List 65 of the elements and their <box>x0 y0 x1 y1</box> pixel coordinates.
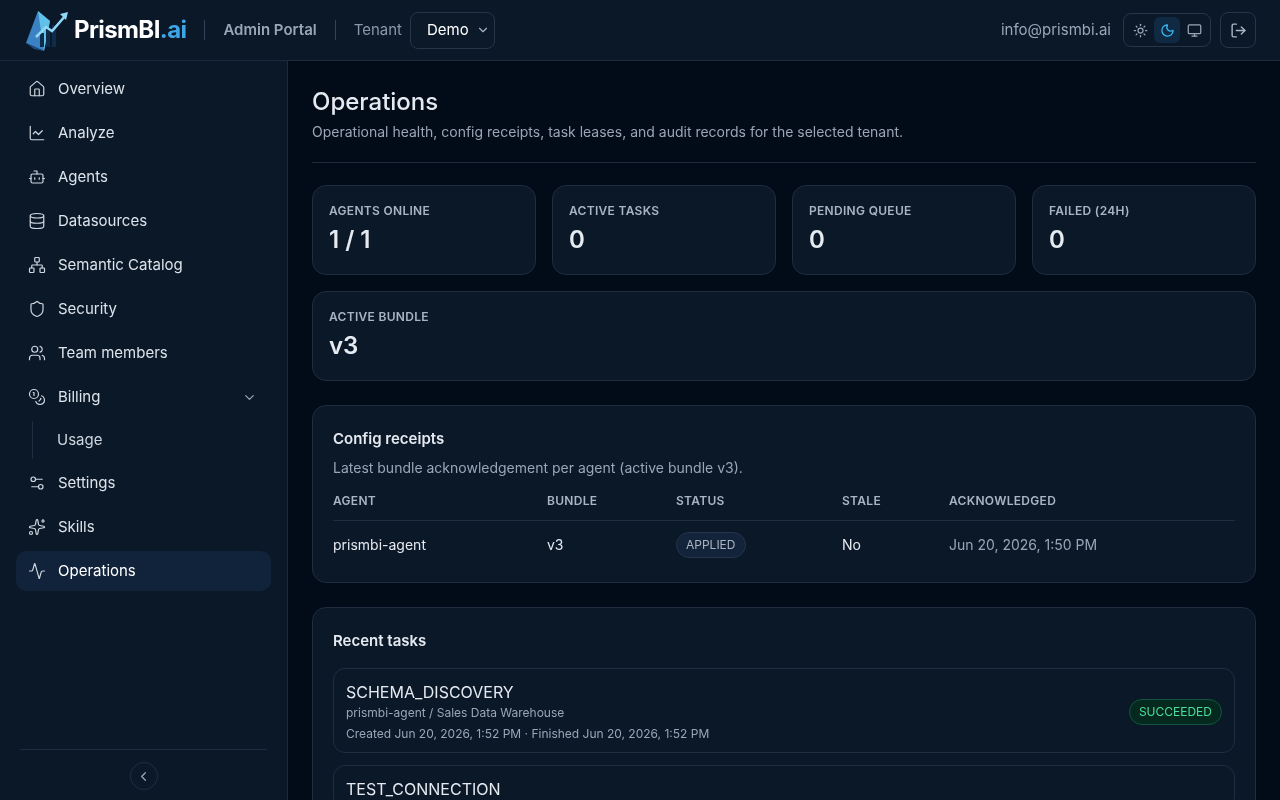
hierarchy-icon <box>28 256 46 274</box>
logout-button[interactable] <box>1220 12 1256 48</box>
sidebar-item[interactable]: Team members <box>16 333 271 373</box>
line-chart-icon <box>28 124 46 142</box>
sidebar-item[interactable]: Overview <box>16 69 271 109</box>
column-header: AGENT <box>333 491 547 520</box>
home-icon <box>28 80 46 98</box>
portal-label: Admin Portal <box>223 18 317 41</box>
column-header: STALE <box>842 491 949 520</box>
stat-label: PENDING QUEUE <box>809 202 913 220</box>
moon-icon <box>1159 22 1175 38</box>
pulse-icon <box>28 562 46 580</box>
theme-button[interactable] <box>1154 17 1180 43</box>
brand-logo-text: PrismBI.ai <box>74 14 187 46</box>
users-icon <box>28 344 46 362</box>
status-badge: APPLIED <box>676 531 746 558</box>
sidebar-item[interactable]: Skills <box>16 507 271 547</box>
column-header: ACKNOWLEDGED <box>949 491 1235 520</box>
sidebar-item[interactable]: Operations <box>16 551 271 591</box>
user-email: info@prismbi.ai <box>1000 18 1111 41</box>
tenant-label: Tenant <box>353 18 402 41</box>
monitor-icon <box>1186 22 1202 38</box>
robot-icon <box>28 168 46 186</box>
sidebar-item[interactable]: Agents <box>16 157 271 197</box>
stat-value: 0 <box>569 224 586 256</box>
sparkles-icon <box>28 518 46 536</box>
sidebar-item[interactable]: Billing <box>16 377 271 417</box>
task-name: TEST_CONNECTION <box>346 778 502 799</box>
sidebar-item[interactable]: Datasources <box>16 201 271 241</box>
column-header: STATUS <box>676 491 842 520</box>
section-subtitle: Latest bundle acknowledgement per agent (active bundle v3). <box>333 457 744 478</box>
tenant-select[interactable]: Demo <box>410 11 495 49</box>
stat-label: AGENTS ONLINE <box>329 202 432 220</box>
database-icon <box>28 212 46 230</box>
page-subtitle: Operational health, config receipts, task leases, and audit records for the selected tenant. <box>312 122 905 142</box>
section-title: Recent tasks <box>333 630 428 652</box>
sidebar-item[interactable]: Security <box>16 289 271 329</box>
task-times: Created Jun 20, 2026, 1:52 PM · Finished Jun 20, 2026, 1:52 PM <box>346 724 711 743</box>
shield-icon <box>28 300 46 318</box>
section-title: Config receipts <box>333 428 446 450</box>
table-cell: v3 <box>547 520 676 568</box>
sidebar-item[interactable]: Semantic Catalog <box>16 245 271 285</box>
bundle-label: ACTIVE BUNDLE <box>329 308 430 326</box>
stat-label: ACTIVE TASKS <box>569 202 661 220</box>
bundle-value: v3 <box>329 330 360 362</box>
stat-value: 0 <box>809 224 826 256</box>
table-cell: prismbi-agent <box>333 520 547 568</box>
coins-icon <box>28 388 46 406</box>
logout-icon <box>1229 21 1247 39</box>
table-cell: No <box>842 520 949 568</box>
column-header: BUNDLE <box>547 491 676 520</box>
stat-value: 1 / 1 <box>329 224 372 256</box>
task-source: prismbi-agent / Sales Data Warehouse <box>346 703 566 722</box>
sidebar-subitem[interactable]: Usage <box>57 423 271 457</box>
stat-value: 0 <box>1049 224 1066 256</box>
sidebar-item[interactable]: Settings <box>16 463 271 503</box>
logo-icon <box>24 9 70 51</box>
sun-icon <box>1132 22 1148 38</box>
status-badge: SUCCEEDED <box>1128 699 1222 725</box>
sidebar-item[interactable]: Analyze <box>16 113 271 153</box>
table-cell: Jun 20, 2026, 1:50 PM <box>949 520 1235 568</box>
task-name: SCHEMA_DISCOVERY <box>346 681 515 702</box>
sliders-icon <box>28 474 46 492</box>
stat-label: FAILED (24H) <box>1049 202 1131 220</box>
page-title: Operations <box>312 87 440 117</box>
